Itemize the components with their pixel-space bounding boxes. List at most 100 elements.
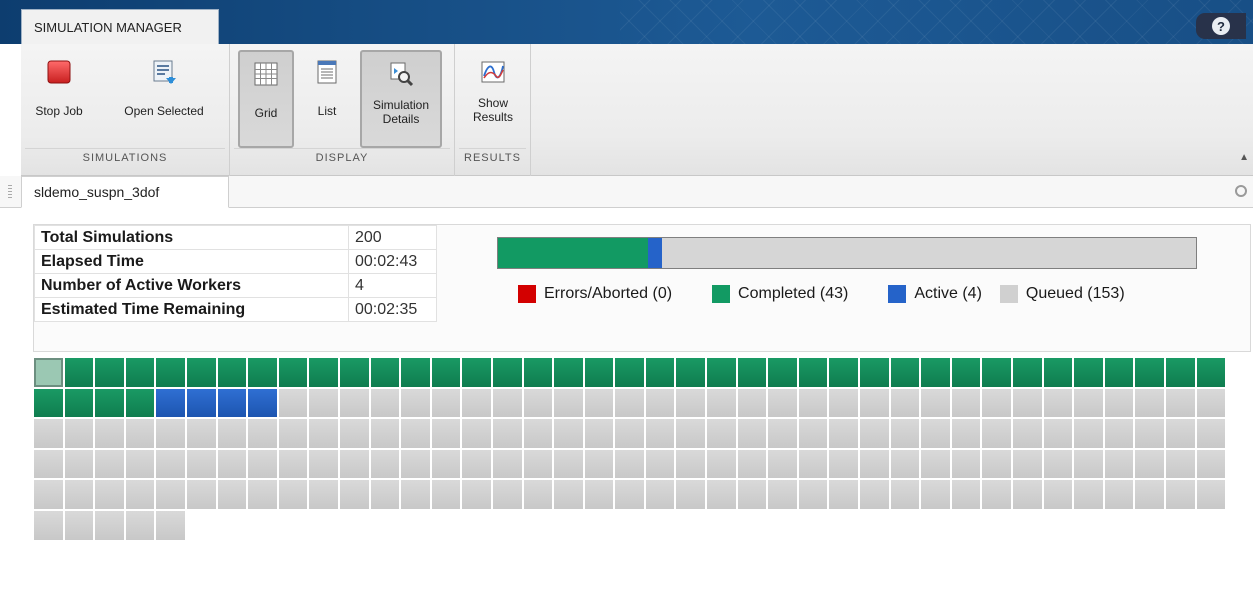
simulation-cell-completed[interactable] <box>1074 358 1103 387</box>
simulation-cell-queued[interactable] <box>156 480 185 509</box>
simulation-cell-queued[interactable] <box>1043 419 1073 448</box>
simulation-cell-completed[interactable] <box>951 358 981 387</box>
simulation-cell-queued[interactable] <box>1135 419 1164 448</box>
simulation-cell-completed[interactable] <box>64 358 94 387</box>
simulation-cell-queued[interactable] <box>523 388 553 418</box>
simulation-cell-active[interactable] <box>156 388 185 418</box>
grid-button[interactable]: Grid <box>238 50 294 148</box>
simulation-cell-queued[interactable] <box>1013 388 1042 418</box>
simulation-cell-queued[interactable] <box>798 480 828 509</box>
simulation-cell-queued[interactable] <box>462 419 491 448</box>
simulation-cell-queued[interactable] <box>584 419 614 448</box>
simulation-cell-completed[interactable] <box>645 358 675 387</box>
simulation-cell-queued[interactable] <box>248 480 277 509</box>
simulation-cell-queued[interactable] <box>186 419 216 448</box>
help-button[interactable]: ? <box>1196 13 1246 39</box>
simulation-cell-queued[interactable] <box>707 388 736 418</box>
simulation-cell-queued[interactable] <box>95 449 124 479</box>
simulation-cell-queued[interactable] <box>1104 449 1134 479</box>
simulation-cell-queued[interactable] <box>860 449 889 479</box>
simulation-cell-queued[interactable] <box>278 480 308 509</box>
simulation-cell-completed[interactable] <box>339 358 369 387</box>
simulation-cell-queued[interactable] <box>217 480 247 509</box>
simulation-cell-completed[interactable] <box>125 358 155 387</box>
simulation-cell-completed[interactable] <box>1043 358 1073 387</box>
simulation-cell-queued[interactable] <box>798 419 828 448</box>
simulation-cell-queued[interactable] <box>554 419 583 448</box>
simulation-cell-queued[interactable] <box>615 388 644 418</box>
simulation-cell-queued[interactable] <box>125 449 155 479</box>
simulation-cell-queued[interactable] <box>1196 419 1226 448</box>
simulation-cell-completed[interactable] <box>1135 358 1164 387</box>
simulation-cell-queued[interactable] <box>125 419 155 448</box>
simulation-cell-queued[interactable] <box>1043 449 1073 479</box>
simulation-cell-queued[interactable] <box>737 449 767 479</box>
simulation-cell-queued[interactable] <box>1135 388 1164 418</box>
simulation-cell-queued[interactable] <box>1196 449 1226 479</box>
simulation-cell-queued[interactable] <box>1165 449 1195 479</box>
simulation-cell-completed[interactable] <box>462 358 491 387</box>
simulation-cell-queued[interactable] <box>462 449 491 479</box>
simulation-cell-queued[interactable] <box>523 419 553 448</box>
simulation-cell-queued[interactable] <box>645 419 675 448</box>
simulation-cell-completed[interactable] <box>217 358 247 387</box>
simulation-cell-queued[interactable] <box>95 419 124 448</box>
document-menu-icon[interactable] <box>1235 185 1247 197</box>
simulation-cell-queued[interactable] <box>768 388 797 418</box>
simulation-cell-queued[interactable] <box>401 388 430 418</box>
simulation-cell-queued[interactable] <box>1196 388 1226 418</box>
simulation-cell-queued[interactable] <box>339 480 369 509</box>
simulation-cell-queued[interactable] <box>34 480 63 509</box>
simulation-cell-queued[interactable] <box>1104 419 1134 448</box>
simulation-cell-completed[interactable] <box>737 358 767 387</box>
simulation-cell-queued[interactable] <box>1104 480 1134 509</box>
simulation-cell-queued[interactable] <box>217 449 247 479</box>
simulation-cell-queued[interactable] <box>278 449 308 479</box>
simulation-cell-queued[interactable] <box>156 419 185 448</box>
simulation-cell-queued[interactable] <box>339 449 369 479</box>
simulation-cell-completed[interactable] <box>1104 358 1134 387</box>
simulation-cell-queued[interactable] <box>278 388 308 418</box>
simulation-cell-queued[interactable] <box>64 419 94 448</box>
simulation-cell-queued[interactable] <box>278 419 308 448</box>
simulation-cell-queued[interactable] <box>1196 480 1226 509</box>
simulation-cell-queued[interactable] <box>737 480 767 509</box>
simulation-cell-queued[interactable] <box>64 480 94 509</box>
simulation-cell-queued[interactable] <box>951 480 981 509</box>
simulation-cell-queued[interactable] <box>554 480 583 509</box>
simulation-cell-queued[interactable] <box>1165 480 1195 509</box>
simulation-cell-completed[interactable] <box>890 358 920 387</box>
simulation-cell-completed[interactable] <box>34 388 63 418</box>
simulation-cell-queued[interactable] <box>431 388 461 418</box>
simulation-cell-queued[interactable] <box>431 449 461 479</box>
simulation-cell-queued[interactable] <box>798 449 828 479</box>
simulation-cell-queued[interactable] <box>1074 419 1103 448</box>
simulation-cell-completed[interactable] <box>431 358 461 387</box>
simulation-cell-queued[interactable] <box>951 419 981 448</box>
simulation-cell-queued[interactable] <box>492 419 522 448</box>
simulation-cell-queued[interactable] <box>156 510 185 540</box>
simulation-cell-completed[interactable] <box>248 358 277 387</box>
simulation-cell-queued[interactable] <box>248 419 277 448</box>
simulation-cell-queued[interactable] <box>34 510 63 540</box>
simulation-cell-queued[interactable] <box>890 480 920 509</box>
simulation-cell-queued[interactable] <box>829 419 859 448</box>
simulation-cell-queued[interactable] <box>921 419 950 448</box>
simulation-cell-queued[interactable] <box>339 419 369 448</box>
simulation-cell-queued[interactable] <box>768 449 797 479</box>
simulation-cell-completed[interactable] <box>676 358 706 387</box>
simulation-cell-queued[interactable] <box>1074 449 1103 479</box>
simulation-cell-queued[interactable] <box>370 419 400 448</box>
simulation-cell-queued[interactable] <box>554 388 583 418</box>
simulation-cell-queued[interactable] <box>676 480 706 509</box>
simulation-cell-queued[interactable] <box>676 388 706 418</box>
simulation-cell-queued[interactable] <box>829 449 859 479</box>
simulation-cell-completed[interactable] <box>186 358 216 387</box>
simulation-cell-queued[interactable] <box>186 480 216 509</box>
simulation-cell-completed[interactable] <box>95 358 124 387</box>
simulation-cell-completed[interactable] <box>554 358 583 387</box>
simulation-cell-queued[interactable] <box>309 480 338 509</box>
collapse-toolstrip-icon[interactable]: ▲ <box>1239 152 1249 163</box>
simulation-cell-queued[interactable] <box>707 419 736 448</box>
simulation-cell-completed[interactable] <box>829 358 859 387</box>
